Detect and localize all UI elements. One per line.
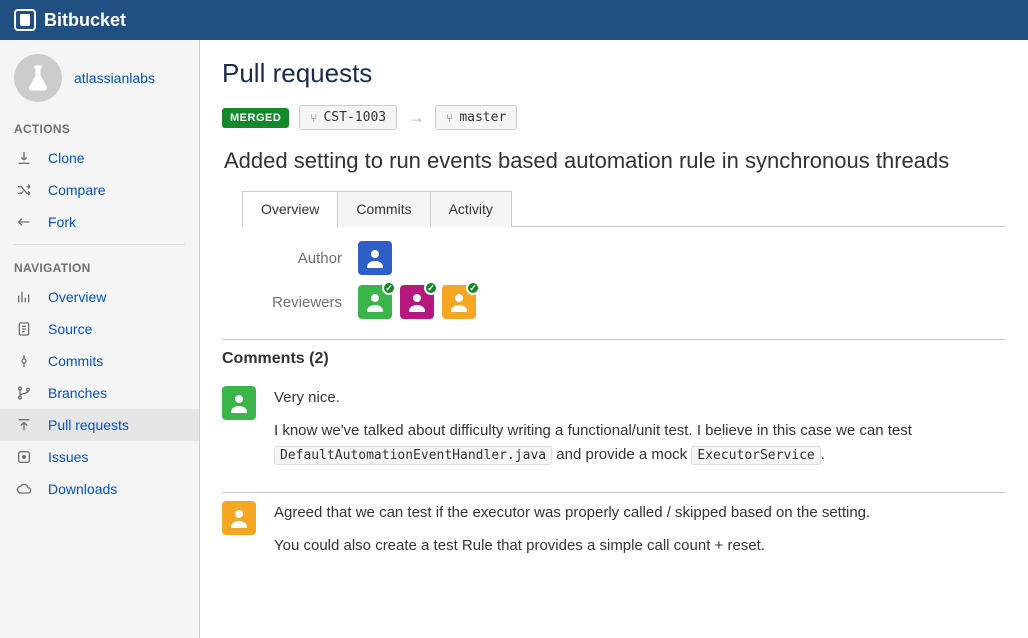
sidebar-nav-source[interactable]: Source [0,313,199,345]
comment-text-line: You could also create a test Rule that p… [274,534,870,557]
nav-label: Pull requests [48,417,129,433]
reviewer-avatar[interactable] [358,285,392,319]
brand[interactable]: Bitbucket [14,9,126,31]
shuffle-icon [14,182,34,198]
tab-activity[interactable]: Activity [430,191,512,227]
reviewer-avatar[interactable] [400,285,434,319]
comment-avatar[interactable] [222,501,256,535]
branch-icon [14,385,34,401]
comment-avatar[interactable] [222,386,256,420]
comment-text-line: Very nice. [274,386,1006,409]
sidebar-nav-overview[interactable]: Overview [0,281,199,313]
reviewers-list [358,285,480,319]
sidebar-action-compare[interactable]: Compare [0,174,199,206]
divider [14,244,185,245]
source-branch-chip[interactable]: ⑂ CST-1003 [299,105,397,130]
pr-tabs: Overview Commits Activity [242,190,1006,227]
target-branch-label: master [459,110,506,125]
branch-icon: ⑂ [446,111,453,125]
project-name[interactable]: atlassianlabs [74,70,155,86]
pr-title: Added setting to run events based automa… [224,148,1004,174]
reviewer-avatar[interactable] [442,285,476,319]
project-avatar [14,54,62,102]
cloud-download-icon [14,481,34,497]
nav-label: Overview [48,289,106,305]
sidebar-action-clone[interactable]: Clone [0,142,199,174]
bars-icon [14,289,34,305]
brand-label: Bitbucket [44,10,126,31]
commit-icon [14,353,34,369]
comment: Very nice. I know we've talked about dif… [222,378,1006,493]
comments-heading: Comments (2) [222,339,1006,368]
flask-icon [23,63,53,93]
reviewers-label: Reviewers [242,294,342,311]
reviewers-row: Reviewers [242,285,1006,319]
target-branch-chip[interactable]: ⑂ master [435,105,517,130]
author-row: Author [242,241,1006,275]
nav-label: Source [48,321,92,337]
approved-check-icon [466,281,480,295]
nav-label: Downloads [48,481,117,497]
approved-check-icon [382,281,396,295]
fork-arrow-icon [14,214,34,230]
sidebar-nav-pull-requests[interactable]: Pull requests [0,409,199,441]
section-actions-heading: ACTIONS [0,112,199,142]
sidebar-nav-downloads[interactable]: Downloads [0,473,199,505]
pr-meta-row: MERGED ⑂ CST-1003 → ⑂ master [222,105,1006,130]
nav-label: Clone [48,150,85,166]
author-avatar[interactable] [358,241,392,275]
top-bar: Bitbucket [0,0,1028,40]
issue-icon [14,449,34,465]
author-label: Author [242,250,342,267]
comment-body: Very nice. I know we've talked about dif… [274,386,1006,476]
sidebar: atlassianlabs ACTIONS Clone Compare Fork… [0,40,200,638]
project-header[interactable]: atlassianlabs [0,40,199,112]
sidebar-nav-commits[interactable]: Commits [0,345,199,377]
tab-overview[interactable]: Overview [242,191,338,227]
page-title: Pull requests [222,58,1006,89]
code-snippet: ExecutorService [691,446,820,465]
tab-commits[interactable]: Commits [337,191,430,227]
code-snippet: DefaultAutomationEventHandler.java [274,446,552,465]
nav-label: Compare [48,182,106,198]
state-badge: MERGED [222,108,289,128]
nav-label: Issues [48,449,88,465]
nav-label: Fork [48,214,76,230]
approved-check-icon [424,281,438,295]
bitbucket-logo-icon [14,9,36,31]
person-icon [363,290,387,314]
person-icon [405,290,429,314]
sidebar-nav-branches[interactable]: Branches [0,377,199,409]
branch-icon: ⑂ [310,111,317,125]
person-icon [227,391,251,415]
comment-text-line: I know we've talked about difficulty wri… [274,419,1006,466]
nav-label: Commits [48,353,103,369]
person-icon [447,290,471,314]
nav-label: Branches [48,385,107,401]
comment: Agreed that we can test if the executor … [222,493,1006,584]
download-icon [14,150,34,166]
comment-body: Agreed that we can test if the executor … [274,501,870,568]
pull-request-icon [14,417,34,433]
source-branch-label: CST-1003 [323,110,386,125]
sidebar-nav-issues[interactable]: Issues [0,441,199,473]
arrow-right-icon: → [407,107,425,128]
person-icon [227,506,251,530]
person-icon [363,246,387,270]
section-navigation-heading: NAVIGATION [0,251,199,281]
sidebar-action-fork[interactable]: Fork [0,206,199,238]
main-content: Pull requests MERGED ⑂ CST-1003 → ⑂ mast… [200,40,1028,638]
file-icon [14,321,34,337]
comment-text-line: Agreed that we can test if the executor … [274,501,870,524]
